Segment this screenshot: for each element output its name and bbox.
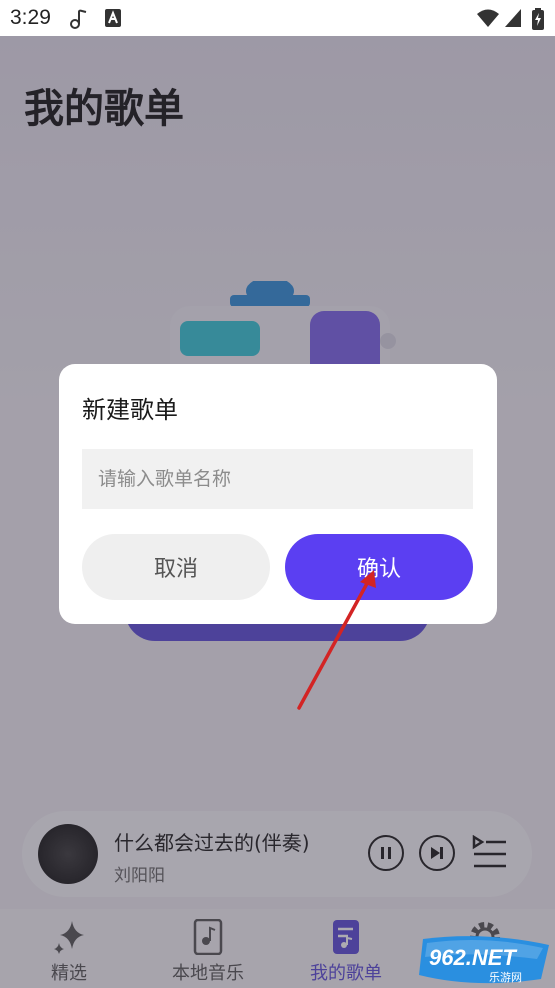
watermark-subtitle: 乐游网 xyxy=(489,971,522,984)
battery-icon xyxy=(532,8,544,30)
signal-icon xyxy=(505,9,521,27)
new-playlist-dialog: 新建歌单 取消 确认 xyxy=(59,364,497,624)
status-bar: 3:29 xyxy=(0,0,555,36)
annotation-arrow-icon xyxy=(297,570,376,710)
a-notification-icon xyxy=(105,9,121,27)
status-time: 3:29 xyxy=(10,6,51,29)
wifi-icon xyxy=(477,9,499,27)
watermark-logo: 962.NET 乐游网 xyxy=(419,936,549,984)
watermark-brand: 962.NET xyxy=(429,945,517,970)
dialog-title: 新建歌单 xyxy=(82,396,178,424)
cancel-button[interactable]: 取消 xyxy=(82,534,270,600)
playlist-name-input[interactable] xyxy=(82,449,473,509)
music-note-notification-icon xyxy=(70,9,87,29)
